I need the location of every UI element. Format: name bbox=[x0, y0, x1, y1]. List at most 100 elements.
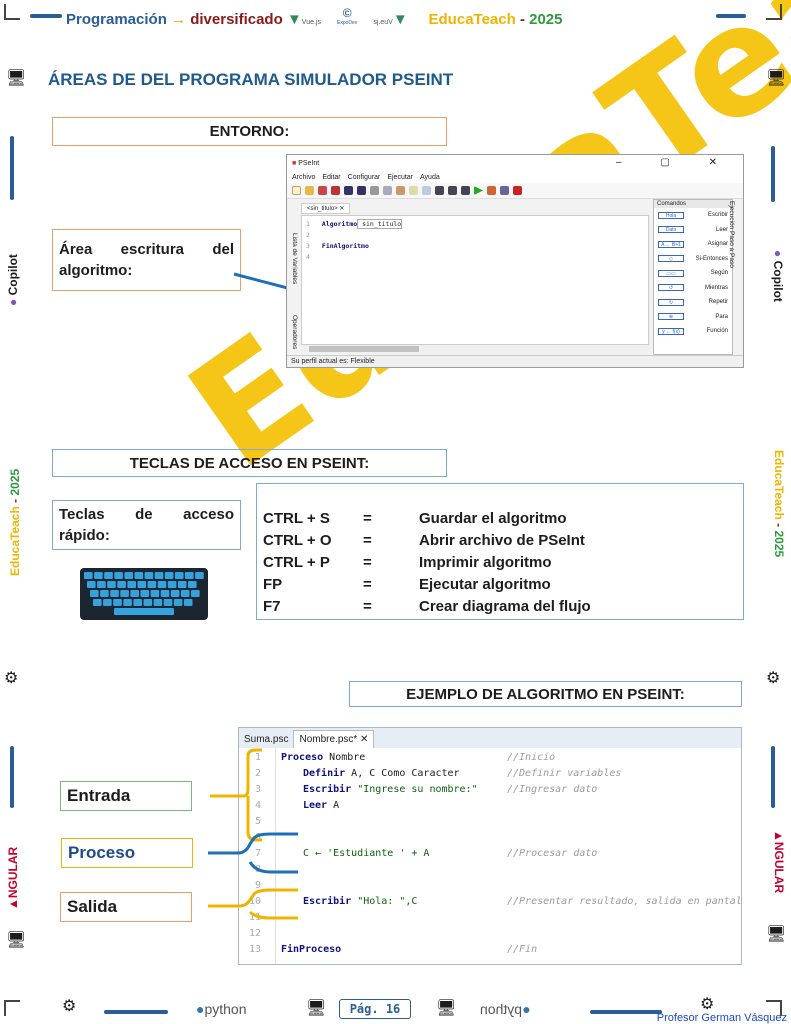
menu-configurar[interactable]: Configurar bbox=[348, 174, 381, 181]
code-line: 11 bbox=[248, 912, 261, 923]
computer-icon: 🖥 bbox=[6, 70, 27, 87]
tools-icon[interactable] bbox=[448, 186, 457, 195]
menu-editar[interactable]: Editar bbox=[322, 174, 340, 181]
keyboard-key bbox=[183, 599, 193, 606]
keyboard-key bbox=[107, 581, 116, 588]
code-line: 4 Leer A bbox=[254, 800, 340, 811]
command-segun[interactable]: ▭▭ Según bbox=[654, 266, 732, 281]
keyboard-key bbox=[188, 581, 197, 588]
commands-header: Comandos bbox=[654, 200, 732, 208]
keyboard-key bbox=[195, 572, 204, 579]
vue-logo-icon: ▼ bbox=[392, 11, 408, 28]
editor-tab[interactable]: <sin_titulo> ✕ bbox=[301, 203, 351, 214]
command-para[interactable]: ⊕ Para bbox=[654, 310, 732, 325]
keyboard-key bbox=[191, 590, 200, 597]
command-si-entonces[interactable]: ◇ Si-Entonces bbox=[654, 252, 732, 267]
code-line: 4 bbox=[306, 253, 310, 261]
keyboard-key bbox=[140, 590, 150, 597]
command-funcion[interactable]: y ← f(x) Función bbox=[654, 324, 732, 339]
angular-label-right: ▲NGULAR bbox=[772, 830, 786, 894]
operators-tab[interactable]: Operadores bbox=[291, 315, 298, 349]
code-line: 2 Definir A, C Como Caracter//Definir var… bbox=[254, 768, 622, 779]
keyboard-key bbox=[153, 599, 163, 606]
menu-archivo[interactable]: Archivo bbox=[292, 174, 315, 181]
header-bar-left bbox=[30, 14, 62, 18]
code-line: 12 bbox=[248, 928, 261, 939]
keyboard-key bbox=[113, 599, 122, 606]
command-escribir[interactable]: Hola Escribir bbox=[654, 208, 732, 223]
pseint-left-strip: Lista de Variables Operadores bbox=[288, 203, 300, 353]
code-line: 13 FinProceso//Fin bbox=[248, 944, 538, 955]
keyboard-key bbox=[133, 599, 142, 606]
open-folder-icon[interactable] bbox=[305, 186, 314, 195]
educateach-side-right: EducaTeach - 2025 bbox=[772, 450, 786, 558]
menu-ejecutar[interactable]: Ejecutar bbox=[387, 174, 413, 181]
corner-top-left bbox=[4, 4, 20, 20]
command-leer[interactable]: Dato Leer bbox=[654, 223, 732, 238]
keyboard-key bbox=[185, 572, 194, 579]
command-mientras[interactable]: ↺ Mientras bbox=[654, 281, 732, 296]
ejemplo-title-box: EJEMPLO DE ALGORITMO EN PSEINT: bbox=[349, 681, 742, 707]
keyboard-key bbox=[163, 599, 173, 606]
flow-icon[interactable] bbox=[461, 186, 470, 195]
corner-bottom-left bbox=[4, 1000, 20, 1016]
side-bar-right-2 bbox=[771, 746, 775, 808]
computer-icon: 🖥 bbox=[766, 926, 787, 943]
footer-bar-right bbox=[590, 1010, 662, 1014]
header-title: Programación → diversificado ▼Vue.js © Ex… bbox=[66, 6, 563, 28]
computer-icon: 🖥 bbox=[436, 1000, 457, 1017]
example-code-window: Suma.psc Nombre.psc* ✕ 1 Proceso Nombre//… bbox=[238, 727, 742, 965]
command-repetir[interactable]: ↻ Repetir bbox=[654, 295, 732, 310]
search-icon[interactable] bbox=[422, 186, 431, 195]
redo-icon[interactable] bbox=[357, 186, 366, 195]
replace-icon[interactable] bbox=[435, 186, 444, 195]
side-bar-right bbox=[771, 146, 775, 202]
label-salida: Salida bbox=[60, 892, 192, 922]
keyboard-key bbox=[124, 572, 133, 579]
save-as-icon[interactable] bbox=[331, 186, 340, 195]
brackets bbox=[208, 748, 298, 920]
expo-logo-icon: © ExpoDev bbox=[337, 6, 358, 26]
copilot-label-left: ● Copilot bbox=[6, 254, 20, 306]
step-icon[interactable] bbox=[487, 186, 496, 195]
shortcut-row: CTRL + O = Abrir archivo de PSeInt bbox=[263, 532, 585, 549]
code-editor[interactable]: 1 Algoritmo sin_titulo 2 3 FinAlgoritmo … bbox=[301, 215, 649, 345]
keyboard-key bbox=[167, 581, 177, 588]
step-execution-tab[interactable]: Ejecución Paso a Paso bbox=[728, 201, 735, 268]
cut-icon[interactable] bbox=[370, 186, 379, 195]
help-icon[interactable] bbox=[513, 186, 522, 195]
code-line: 3 Escribir "Ingrese su nombre:"//Ingresar… bbox=[254, 784, 598, 795]
run-icon[interactable] bbox=[474, 186, 483, 195]
page-title: ÁREAS DE DEL PROGRAMA SIMULADOR PSEINT bbox=[48, 70, 454, 89]
keyboard-key bbox=[147, 581, 157, 588]
indent-icon[interactable] bbox=[409, 186, 418, 195]
variables-list-tab[interactable]: Lista de Variables bbox=[291, 233, 298, 284]
keyboard-key bbox=[177, 581, 187, 588]
paste-icon[interactable] bbox=[396, 186, 405, 195]
educateach-side-left: EducaTeach - 2025 bbox=[8, 468, 22, 576]
menu-ayuda[interactable]: Ayuda bbox=[420, 174, 440, 181]
save-icon[interactable] bbox=[318, 186, 327, 195]
keyboard-key bbox=[100, 590, 109, 597]
diagram-icon[interactable] bbox=[500, 186, 509, 195]
commands-panel: Comandos Hola Escribir Dato Leer A ← B+1 As… bbox=[653, 199, 733, 355]
code-line: 1 Algoritmo sin_titulo bbox=[306, 219, 403, 229]
vue-logo-icon: ▼ bbox=[286, 11, 302, 28]
compass-icon: ⚙ bbox=[4, 670, 19, 687]
keyboard-key bbox=[173, 599, 183, 606]
horizontal-scrollbar[interactable] bbox=[301, 345, 649, 353]
computer-icon: 🖥 bbox=[6, 932, 27, 949]
copy-icon[interactable] bbox=[383, 186, 392, 195]
undo-icon[interactable] bbox=[344, 186, 353, 195]
teclas-title-box: TECLAS DE ACCESO EN PSEINT: bbox=[52, 449, 447, 477]
entorno-title-box: ENTORNO: bbox=[52, 117, 447, 146]
code-line: 9 bbox=[254, 880, 261, 891]
command-asignar[interactable]: A ← B+1 Asignar bbox=[654, 237, 732, 252]
new-file-icon[interactable] bbox=[292, 186, 301, 195]
window-controls[interactable]: – ▢ ✕ bbox=[616, 157, 735, 168]
keyboard-key bbox=[93, 599, 102, 606]
computer-icon: 🖥 bbox=[306, 1000, 327, 1017]
keyboard-key bbox=[174, 572, 184, 579]
keyboard-key bbox=[144, 572, 154, 579]
keyboard-key bbox=[114, 572, 123, 579]
